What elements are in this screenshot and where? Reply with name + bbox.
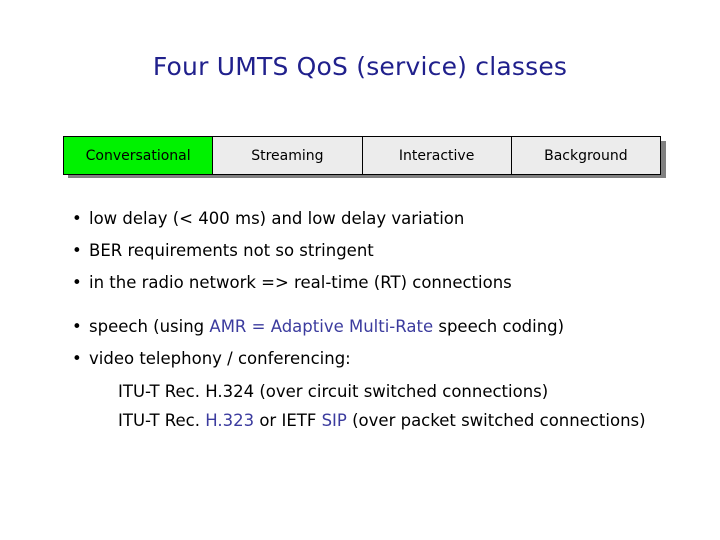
- table-cell-streaming[interactable]: Streaming: [212, 136, 363, 175]
- sub-line-h324: ITU-T Rec. H.324 (over circuit switched …: [118, 382, 549, 401]
- qos-class-table: Conversational Streaming Interactive Bac…: [62, 136, 666, 178]
- sub-line-h323-sip: ITU-T Rec. H.323 or IETF SIP (over packe…: [118, 406, 658, 435]
- list-item: low delay (< 400 ms) and low delay varia…: [72, 203, 692, 235]
- amr-accent-text: AMR = Adaptive Multi-Rate: [209, 317, 434, 336]
- h323-middle-text: or IETF: [254, 411, 322, 430]
- table-cell-background[interactable]: Background: [510, 136, 662, 175]
- qos-class-table-grid: Conversational Streaming Interactive Bac…: [62, 136, 662, 175]
- h323-accent-text: H.323: [205, 411, 255, 430]
- speech-prefix-text: speech (using: [89, 317, 210, 336]
- list-item: BER requirements not so stringent: [72, 235, 692, 267]
- bullet-list-secondary: speech (using AMR = Adaptive Multi-Rate …: [72, 311, 692, 375]
- table-cell-conversational[interactable]: Conversational: [62, 136, 214, 175]
- list-item-video: video telephony / conferencing:: [72, 343, 692, 375]
- speech-suffix-text: speech coding): [433, 317, 565, 336]
- table-row: Conversational Streaming Interactive Bac…: [62, 136, 662, 175]
- sip-accent-text: SIP: [321, 411, 347, 430]
- table-cell-interactive[interactable]: Interactive: [361, 136, 512, 175]
- list-item-speech: speech (using AMR = Adaptive Multi-Rate …: [72, 311, 692, 343]
- page-title: Four UMTS QoS (service) classes: [152, 52, 568, 81]
- list-item: in the radio network => real-time (RT) c…: [72, 267, 692, 299]
- bullet-list-primary: low delay (< 400 ms) and low delay varia…: [72, 203, 692, 299]
- h323-suffix-text: (over packet switched connections): [346, 411, 646, 430]
- sub-line-group: ITU-T Rec. H.324 (over circuit switched …: [118, 377, 678, 435]
- h323-prefix-text: ITU-T Rec.: [118, 411, 206, 430]
